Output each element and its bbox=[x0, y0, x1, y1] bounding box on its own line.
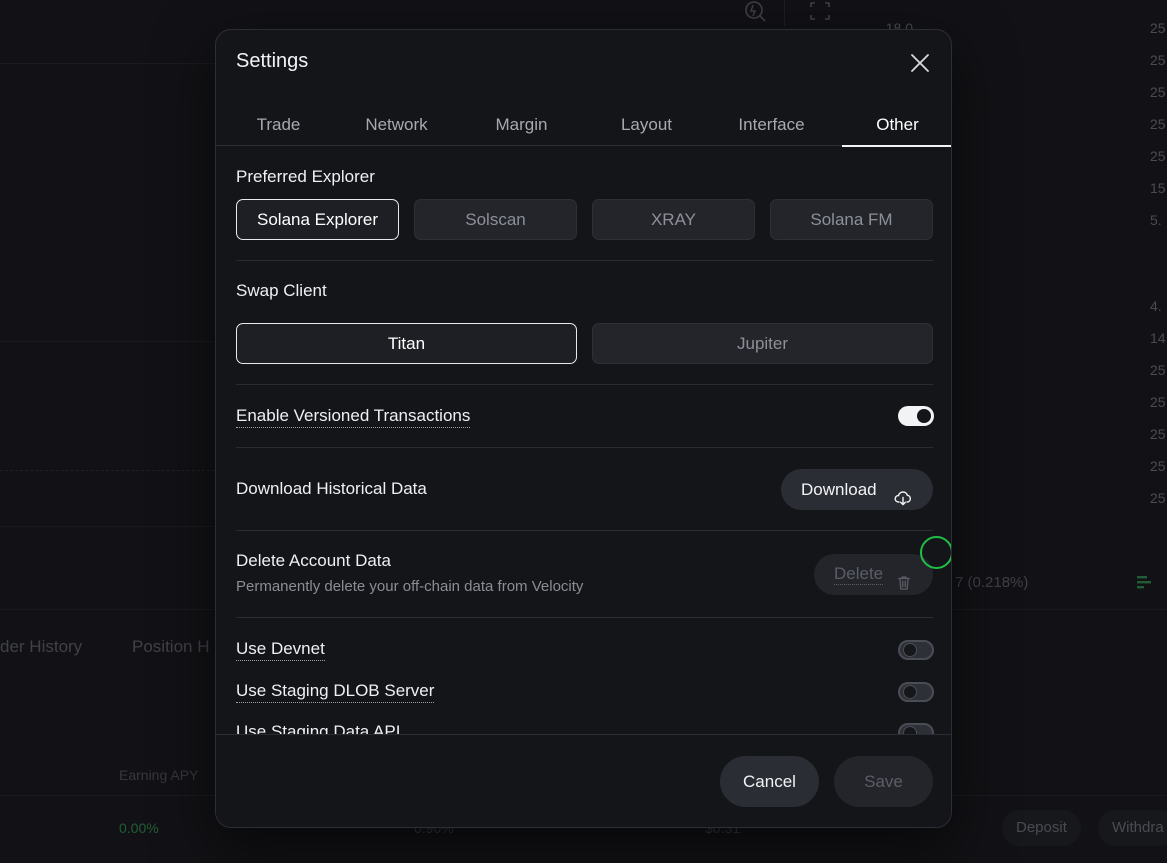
staging-data-api-toggle[interactable] bbox=[898, 723, 934, 734]
staging-dlob-label[interactable]: Use Staging DLOB Server bbox=[236, 681, 435, 703]
close-icon bbox=[911, 54, 929, 72]
divider bbox=[236, 617, 933, 618]
toggle-knob bbox=[903, 726, 917, 734]
settings-tabs: Trade Network Margin Layout Interface Ot… bbox=[216, 96, 951, 147]
versioned-transactions-label[interactable]: Enable Versioned Transactions bbox=[236, 406, 471, 428]
tab-trade[interactable]: Trade bbox=[216, 96, 341, 146]
tab-layout[interactable]: Layout bbox=[584, 96, 709, 146]
tab-interface[interactable]: Interface bbox=[709, 96, 834, 146]
explorer-option-solscan[interactable]: Solscan bbox=[414, 199, 577, 240]
close-button[interactable] bbox=[905, 48, 935, 78]
preferred-explorer-label: Preferred Explorer bbox=[236, 167, 375, 186]
divider bbox=[236, 260, 933, 261]
trash-icon bbox=[895, 566, 913, 590]
delete-button[interactable]: Delete bbox=[814, 554, 933, 595]
explorer-option-solana-fm[interactable]: Solana FM bbox=[770, 199, 933, 240]
use-devnet-toggle[interactable] bbox=[898, 640, 934, 660]
explorer-option-solana-explorer[interactable]: Solana Explorer bbox=[236, 199, 399, 240]
toggle-knob bbox=[903, 643, 917, 657]
delete-account-label: Delete Account Data bbox=[236, 551, 391, 570]
divider bbox=[236, 530, 933, 531]
tab-network[interactable]: Network bbox=[334, 96, 459, 146]
tab-other[interactable]: Other bbox=[842, 96, 951, 147]
toggle-knob bbox=[917, 409, 931, 423]
modal-footer: Cancel Save bbox=[216, 734, 951, 827]
modal-title: Settings bbox=[236, 50, 309, 72]
download-button[interactable]: Download bbox=[781, 469, 933, 510]
historical-data-label: Download Historical Data bbox=[236, 479, 427, 498]
cancel-button[interactable]: Cancel bbox=[720, 756, 819, 807]
save-button[interactable]: Save bbox=[834, 756, 933, 807]
use-devnet-label[interactable]: Use Devnet bbox=[236, 639, 325, 661]
cloud-download-icon bbox=[894, 481, 912, 506]
tab-margin[interactable]: Margin bbox=[459, 96, 584, 146]
settings-modal: Settings Trade Network Margin Layout Int… bbox=[215, 29, 952, 828]
delete-account-description: Permanently delete your off-chain data f… bbox=[236, 578, 584, 595]
toggle-knob bbox=[903, 685, 917, 699]
explorer-option-xray[interactable]: XRAY bbox=[592, 199, 755, 240]
download-button-label: Download bbox=[801, 480, 877, 499]
versioned-transactions-toggle[interactable] bbox=[898, 406, 934, 426]
swap-option-titan[interactable]: Titan bbox=[236, 323, 577, 364]
divider bbox=[236, 384, 933, 385]
delete-button-label: Delete bbox=[834, 564, 884, 585]
staging-dlob-toggle[interactable] bbox=[898, 682, 934, 702]
swap-option-jupiter[interactable]: Jupiter bbox=[592, 323, 933, 364]
divider bbox=[236, 447, 933, 448]
settings-body[interactable]: Preferred Explorer Solana Explorer Solsc… bbox=[216, 147, 951, 734]
staging-data-api-label[interactable]: Use Staging Data API bbox=[236, 722, 400, 734]
swap-client-label: Swap Client bbox=[236, 281, 327, 300]
click-indicator bbox=[920, 536, 951, 569]
